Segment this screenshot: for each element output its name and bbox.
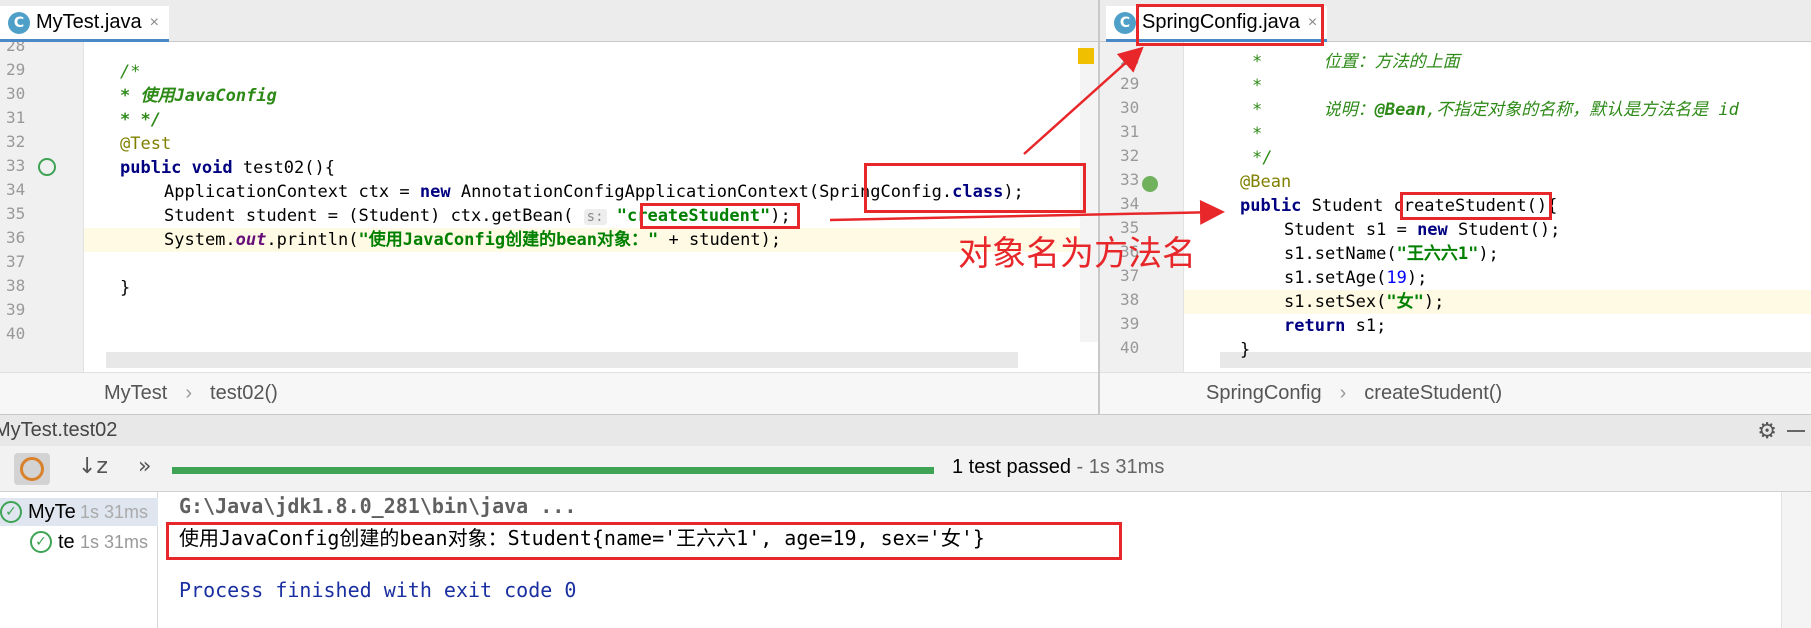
arrow-to-method: [829, 199, 1225, 225]
annotation-arrows: [829, 46, 1225, 225]
arrow-to-tab: [1023, 46, 1144, 155]
annotation-note: 对象名为方法名: [958, 234, 1196, 274]
